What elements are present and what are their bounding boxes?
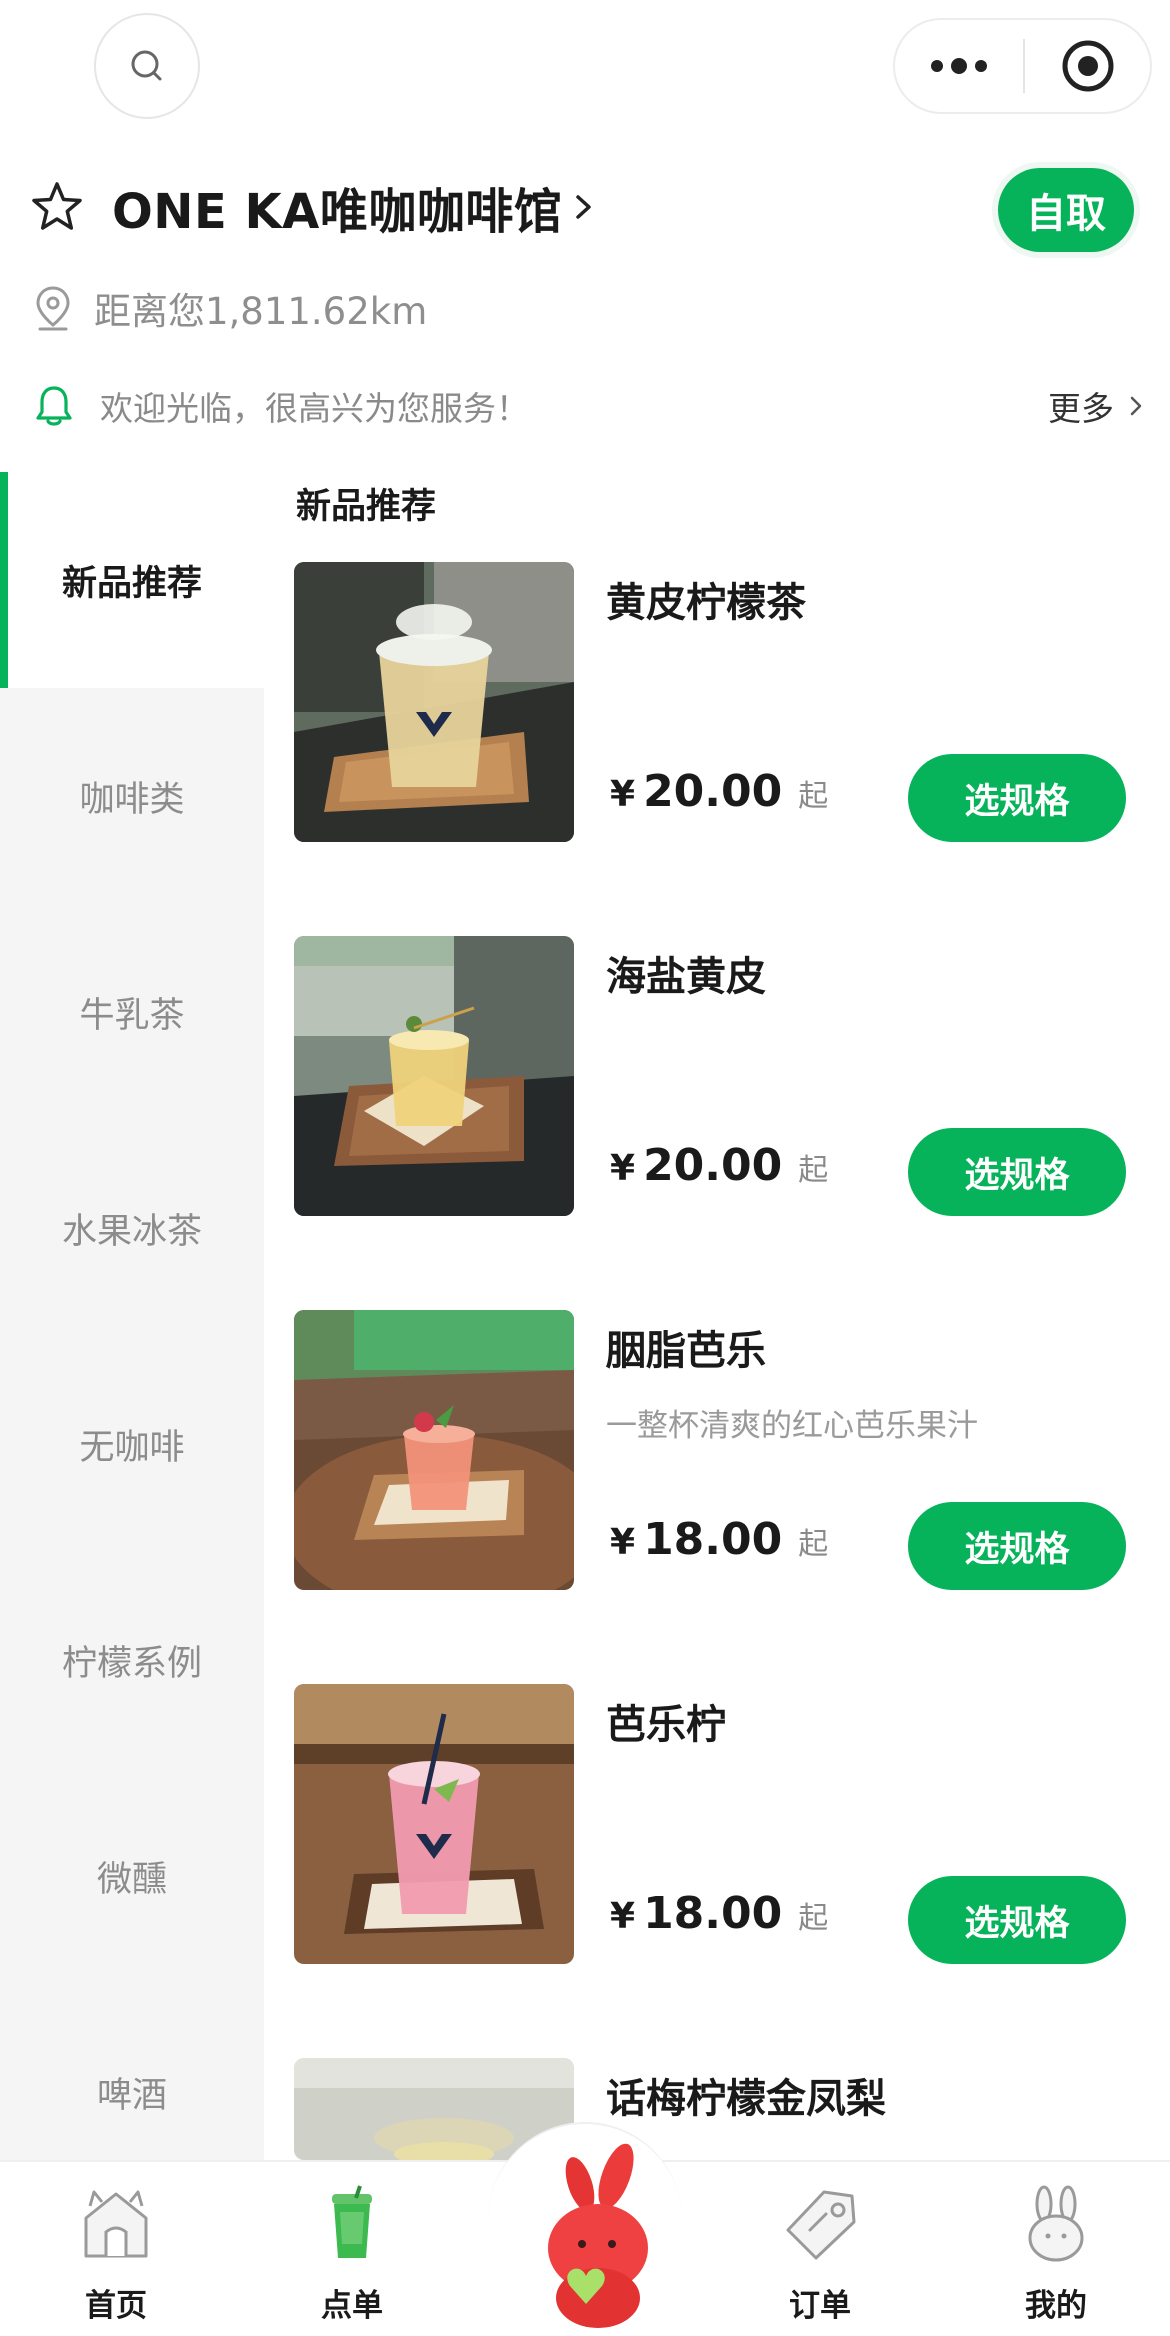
tab-profile[interactable]: 我的	[966, 2162, 1146, 2336]
bell-icon	[36, 386, 72, 426]
product-name: 海盐黄皮	[606, 954, 766, 1000]
more-label: 更多	[1048, 389, 1114, 428]
product-card[interactable]: 话梅柠檬金凤梨	[294, 2058, 1154, 2160]
category-item-lemon[interactable]: 柠檬系例	[0, 1552, 264, 1768]
drink-photo	[294, 562, 574, 842]
mascot-icon[interactable]	[520, 2136, 670, 2336]
product-name: 话梅柠檬金凤梨	[606, 2076, 886, 2122]
currency-symbol: ¥	[610, 774, 636, 815]
pickup-button[interactable]: 自取	[998, 168, 1134, 252]
tab-label: 首页	[85, 2288, 147, 2324]
search-icon	[131, 50, 162, 81]
star-icon[interactable]	[30, 180, 84, 234]
distance-row: 距离您1,811.62km	[34, 280, 427, 336]
product-card[interactable]: 海盐黄皮 ¥ 20.00 起 选规格	[294, 936, 1154, 1216]
product-image[interactable]	[294, 936, 574, 1216]
tab-label: 点单	[321, 2288, 383, 2324]
category-item-coffee[interactable]: 咖啡类	[0, 688, 264, 904]
drink-photo	[294, 1310, 574, 1590]
category-item-new[interactable]: 新品推荐	[0, 472, 264, 688]
product-price: 18.00	[643, 1888, 783, 1939]
product-name: 胭脂芭乐	[606, 1328, 766, 1374]
category-item-no-coffee[interactable]: 无咖啡	[0, 1336, 264, 1552]
notice-bar: 欢迎光临，很高兴为您服务！ 更多	[34, 378, 1144, 434]
category-sidebar: 新品推荐 咖啡类 牛乳茶 水果冰茶 无咖啡 柠檬系例 微醺 啤酒	[0, 472, 264, 2200]
tab-orders[interactable]: 订单	[730, 2162, 910, 2336]
category-item-milk-tea[interactable]: 牛乳茶	[0, 904, 264, 1120]
select-spec-button[interactable]: 选规格	[908, 1128, 1126, 1216]
drink-photo	[294, 936, 574, 1216]
product-name: 芭乐柠	[606, 1702, 726, 1748]
select-spec-button[interactable]: 选规格	[908, 754, 1126, 842]
more-menu-button[interactable]	[895, 20, 1023, 112]
price-line: ¥ 20.00 起	[610, 1140, 828, 1191]
tab-label: 订单	[789, 2288, 851, 2324]
product-image[interactable]	[294, 1310, 574, 1590]
product-name: 黄皮柠檬茶	[606, 580, 806, 626]
notice-text: 欢迎光临，很高兴为您服务！	[100, 389, 529, 428]
product-description: 一整杯清爽的红心芭乐果汁	[606, 1408, 978, 1444]
product-price: 20.00	[643, 1140, 783, 1191]
product-price: 20.00	[643, 766, 783, 817]
search-button[interactable]	[94, 13, 200, 119]
bunny-icon	[1028, 2185, 1084, 2262]
select-spec-button[interactable]: 选规格	[908, 1876, 1126, 1964]
select-spec-button[interactable]: 选规格	[908, 1502, 1126, 1590]
price-suffix: 起	[798, 1527, 829, 1562]
product-card[interactable]: 胭脂芭乐 一整杯清爽的红心芭乐果汁 ¥ 18.00 起 选规格	[294, 1310, 1154, 1590]
close-miniprogram-button[interactable]	[1025, 20, 1150, 112]
home-icon	[84, 2190, 148, 2258]
chevron-right-icon	[1130, 396, 1142, 416]
distance-text: 距离您1,811.62km	[94, 290, 428, 333]
tab-order[interactable]: 点单	[262, 2162, 442, 2336]
category-item-tipsy[interactable]: 微醺	[0, 1768, 264, 1984]
cup-icon	[332, 2185, 372, 2258]
target-icon	[1062, 40, 1113, 92]
chevron-right-icon	[576, 195, 592, 219]
more-link[interactable]: 更多	[1048, 382, 1144, 430]
price-line: ¥ 18.00 起	[610, 1888, 828, 1939]
miniprogram-capsule	[893, 18, 1152, 114]
tag-icon	[786, 2190, 856, 2260]
tab-label: 我的	[1025, 2288, 1087, 2324]
store-name[interactable]: ONE KA唯咖咖啡馆	[112, 172, 562, 242]
product-price: 18.00	[643, 1514, 783, 1565]
product-image[interactable]	[294, 562, 574, 842]
section-title: 新品推荐	[296, 487, 437, 527]
price-line: ¥ 20.00 起	[610, 766, 828, 817]
drink-photo	[294, 1684, 574, 1964]
price-suffix: 起	[798, 1153, 829, 1188]
product-card[interactable]: 芭乐柠 ¥ 18.00 起 选规格	[294, 1684, 1154, 1964]
product-image[interactable]	[294, 1684, 574, 1964]
store-header[interactable]: ONE KA唯咖咖啡馆	[30, 172, 596, 242]
currency-symbol: ¥	[610, 1148, 636, 1189]
price-line: ¥ 18.00 起	[610, 1514, 828, 1565]
price-suffix: 起	[798, 1901, 829, 1936]
tab-home[interactable]: 首页	[26, 2162, 206, 2336]
product-card[interactable]: 黄皮柠檬茶 ¥ 20.00 起 选规格	[294, 562, 1154, 842]
category-item-fruit-tea[interactable]: 水果冰茶	[0, 1120, 264, 1336]
more-dots-icon	[931, 58, 987, 74]
location-pin-icon	[36, 286, 70, 331]
currency-symbol: ¥	[610, 1896, 636, 1937]
price-suffix: 起	[798, 779, 829, 814]
currency-symbol: ¥	[610, 1522, 636, 1563]
